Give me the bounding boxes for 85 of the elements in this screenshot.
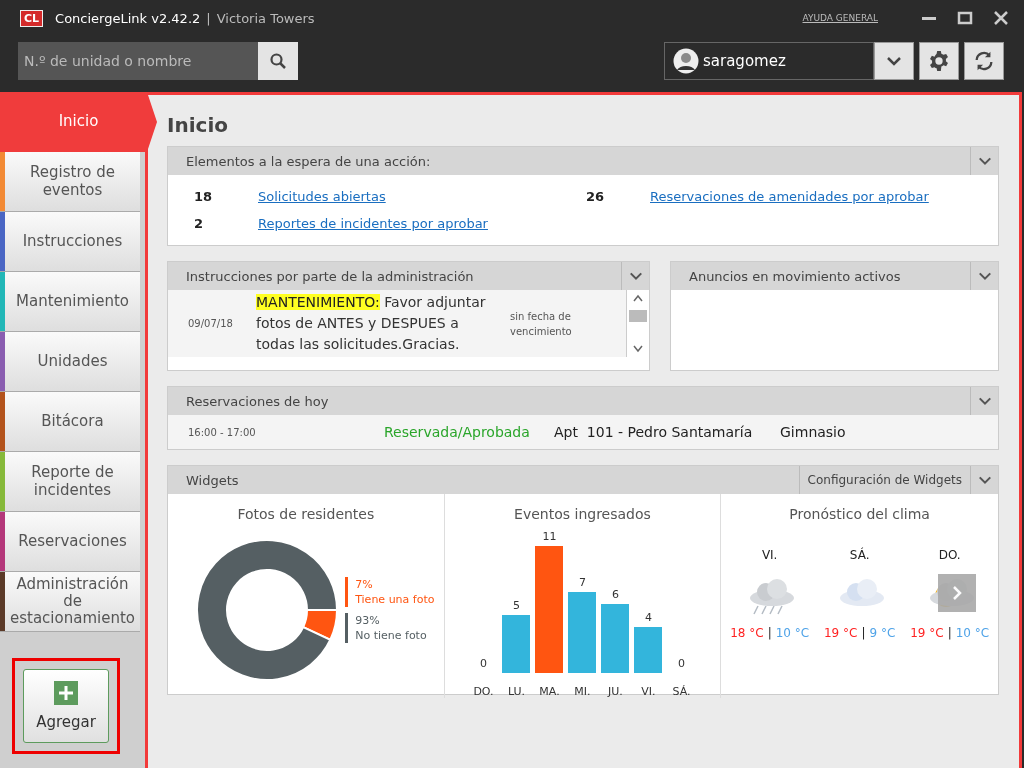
user-dropdown[interactable]: saragomez <box>664 42 874 80</box>
sidebar-item[interactable]: Administración de estacionamiento <box>5 572 140 632</box>
bar-value: 11 <box>542 530 557 543</box>
instruction-date: 09/07/18 <box>188 318 234 329</box>
user-menu-button[interactable] <box>874 42 914 80</box>
bar-label: LU. <box>507 685 526 698</box>
bar-label: MA. <box>539 685 560 698</box>
high-temp: 19 °C <box>910 626 944 640</box>
search-field[interactable]: N.º de unidad o nombre <box>18 42 258 80</box>
scrollbar[interactable] <box>626 290 649 357</box>
pending-count: 26 <box>586 189 606 204</box>
legend-value: 93% <box>355 613 381 628</box>
pending-link[interactable]: Reportes de incidentes por aprobar <box>258 216 488 231</box>
pending-link[interactable]: Reservaciones de amenidades por aprobar <box>650 189 929 204</box>
widget-title: Eventos ingresados <box>514 506 651 522</box>
sidebar-item[interactable]: Instrucciones <box>5 212 140 272</box>
page-title: Inicio <box>167 113 229 137</box>
panel-title: Anuncios en movimiento activos <box>689 268 902 284</box>
bar-value: 5 <box>513 599 520 613</box>
reservation-amenity: Gimnasio <box>780 424 846 440</box>
panel-title: Reservaciones de hoy <box>186 393 330 409</box>
weather-day: VI. <box>761 548 778 562</box>
reservation-status: Reservada/Aprobada <box>384 424 531 440</box>
panel-title: Widgets <box>186 472 240 488</box>
temp-separator: | <box>767 626 772 640</box>
low-temp: 10 °C <box>775 626 810 640</box>
pending-count: 2 <box>194 216 205 231</box>
legend-label: Tiene una foto <box>355 592 435 607</box>
bar-value: 7 <box>579 576 586 590</box>
sidebar-item[interactable]: Mantenimiento <box>5 272 140 332</box>
weather-day: SÁ. <box>849 548 870 562</box>
sidebar-item[interactable]: Inicio <box>0 92 157 152</box>
panel-title: Elementos a la espera de una acción: <box>186 153 432 169</box>
sidebar-item[interactable]: Registro de eventos <box>5 152 140 212</box>
widget-title: Fotos de residentes <box>237 506 375 522</box>
instruction-text: MANTENIMIENTO: Favor adjuntar fotos de ANTES y DESPUES a todas las solicitudes.Gracias. <box>256 293 487 354</box>
bar-label: JU. <box>608 685 623 698</box>
pending-link[interactable]: Solicitudes abiertas <box>258 189 386 204</box>
add-button[interactable]: Agregar <box>23 669 109 743</box>
sidebar-item[interactable]: Bitácora <box>5 392 140 452</box>
site-name: Victoria Towers <box>216 10 315 26</box>
search-icon <box>269 52 287 70</box>
bar-value: 6 <box>612 587 619 601</box>
high-temp: 18 °C <box>730 626 764 640</box>
low-temp: 9 °C <box>869 626 896 640</box>
bar-value: 0 <box>480 657 487 670</box>
sidebar-item[interactable]: Reporte de incidentes <box>5 452 140 512</box>
sidebar-item[interactable]: Reservaciones <box>5 512 140 572</box>
chevron-right-icon <box>951 586 963 600</box>
temp-separator: | <box>947 626 952 640</box>
weather-day: DO. <box>938 548 961 562</box>
search-button[interactable] <box>258 42 298 80</box>
temp-separator: | <box>861 626 866 640</box>
refresh-button[interactable] <box>964 42 1004 80</box>
widget-title: Pronóstico del clima <box>789 506 930 522</box>
bar-value: 0 <box>678 657 685 670</box>
low-temp: 10 °C <box>955 626 990 640</box>
instruction-due: sin fecha de vencimiento <box>510 309 573 339</box>
legend-value: 7% <box>355 577 374 592</box>
close-icon[interactable] <box>992 9 1010 27</box>
panel-title: Instrucciones por parte de la administración <box>186 268 475 284</box>
scroll-up-icon[interactable] <box>633 294 643 302</box>
settings-button[interactable] <box>919 42 959 80</box>
bar-label: SÁ. <box>672 685 691 698</box>
avatar-icon <box>673 48 699 74</box>
pending-count: 18 <box>194 189 214 204</box>
help-link[interactable]: AYUDA GENERAL <box>802 13 878 23</box>
high-temp: 19 °C <box>824 626 858 640</box>
bar-value: 4 <box>645 610 652 624</box>
app-logo: CL <box>20 9 44 27</box>
sidebar-item[interactable]: Unidades <box>5 332 140 392</box>
reservation-time: 16:00 - 17:00 <box>188 426 257 438</box>
settings-icon <box>928 50 950 72</box>
reservation-unit: Apt 101 - Pedro Santamaría <box>554 424 754 440</box>
title-separator: | <box>206 10 211 26</box>
scroll-thumb[interactable] <box>629 310 647 322</box>
app-title: ConciergeLink v2.42.2 <box>55 10 201 26</box>
bar-label: MI. <box>574 685 591 698</box>
bar-label: VI. <box>641 685 656 698</box>
refresh-icon <box>973 50 995 72</box>
scroll-down-icon[interactable] <box>633 345 643 353</box>
maximize-icon[interactable] <box>956 9 974 27</box>
bar-label: DO. <box>473 685 494 698</box>
plus-icon <box>54 681 78 705</box>
legend-label: No tiene foto <box>355 628 427 643</box>
